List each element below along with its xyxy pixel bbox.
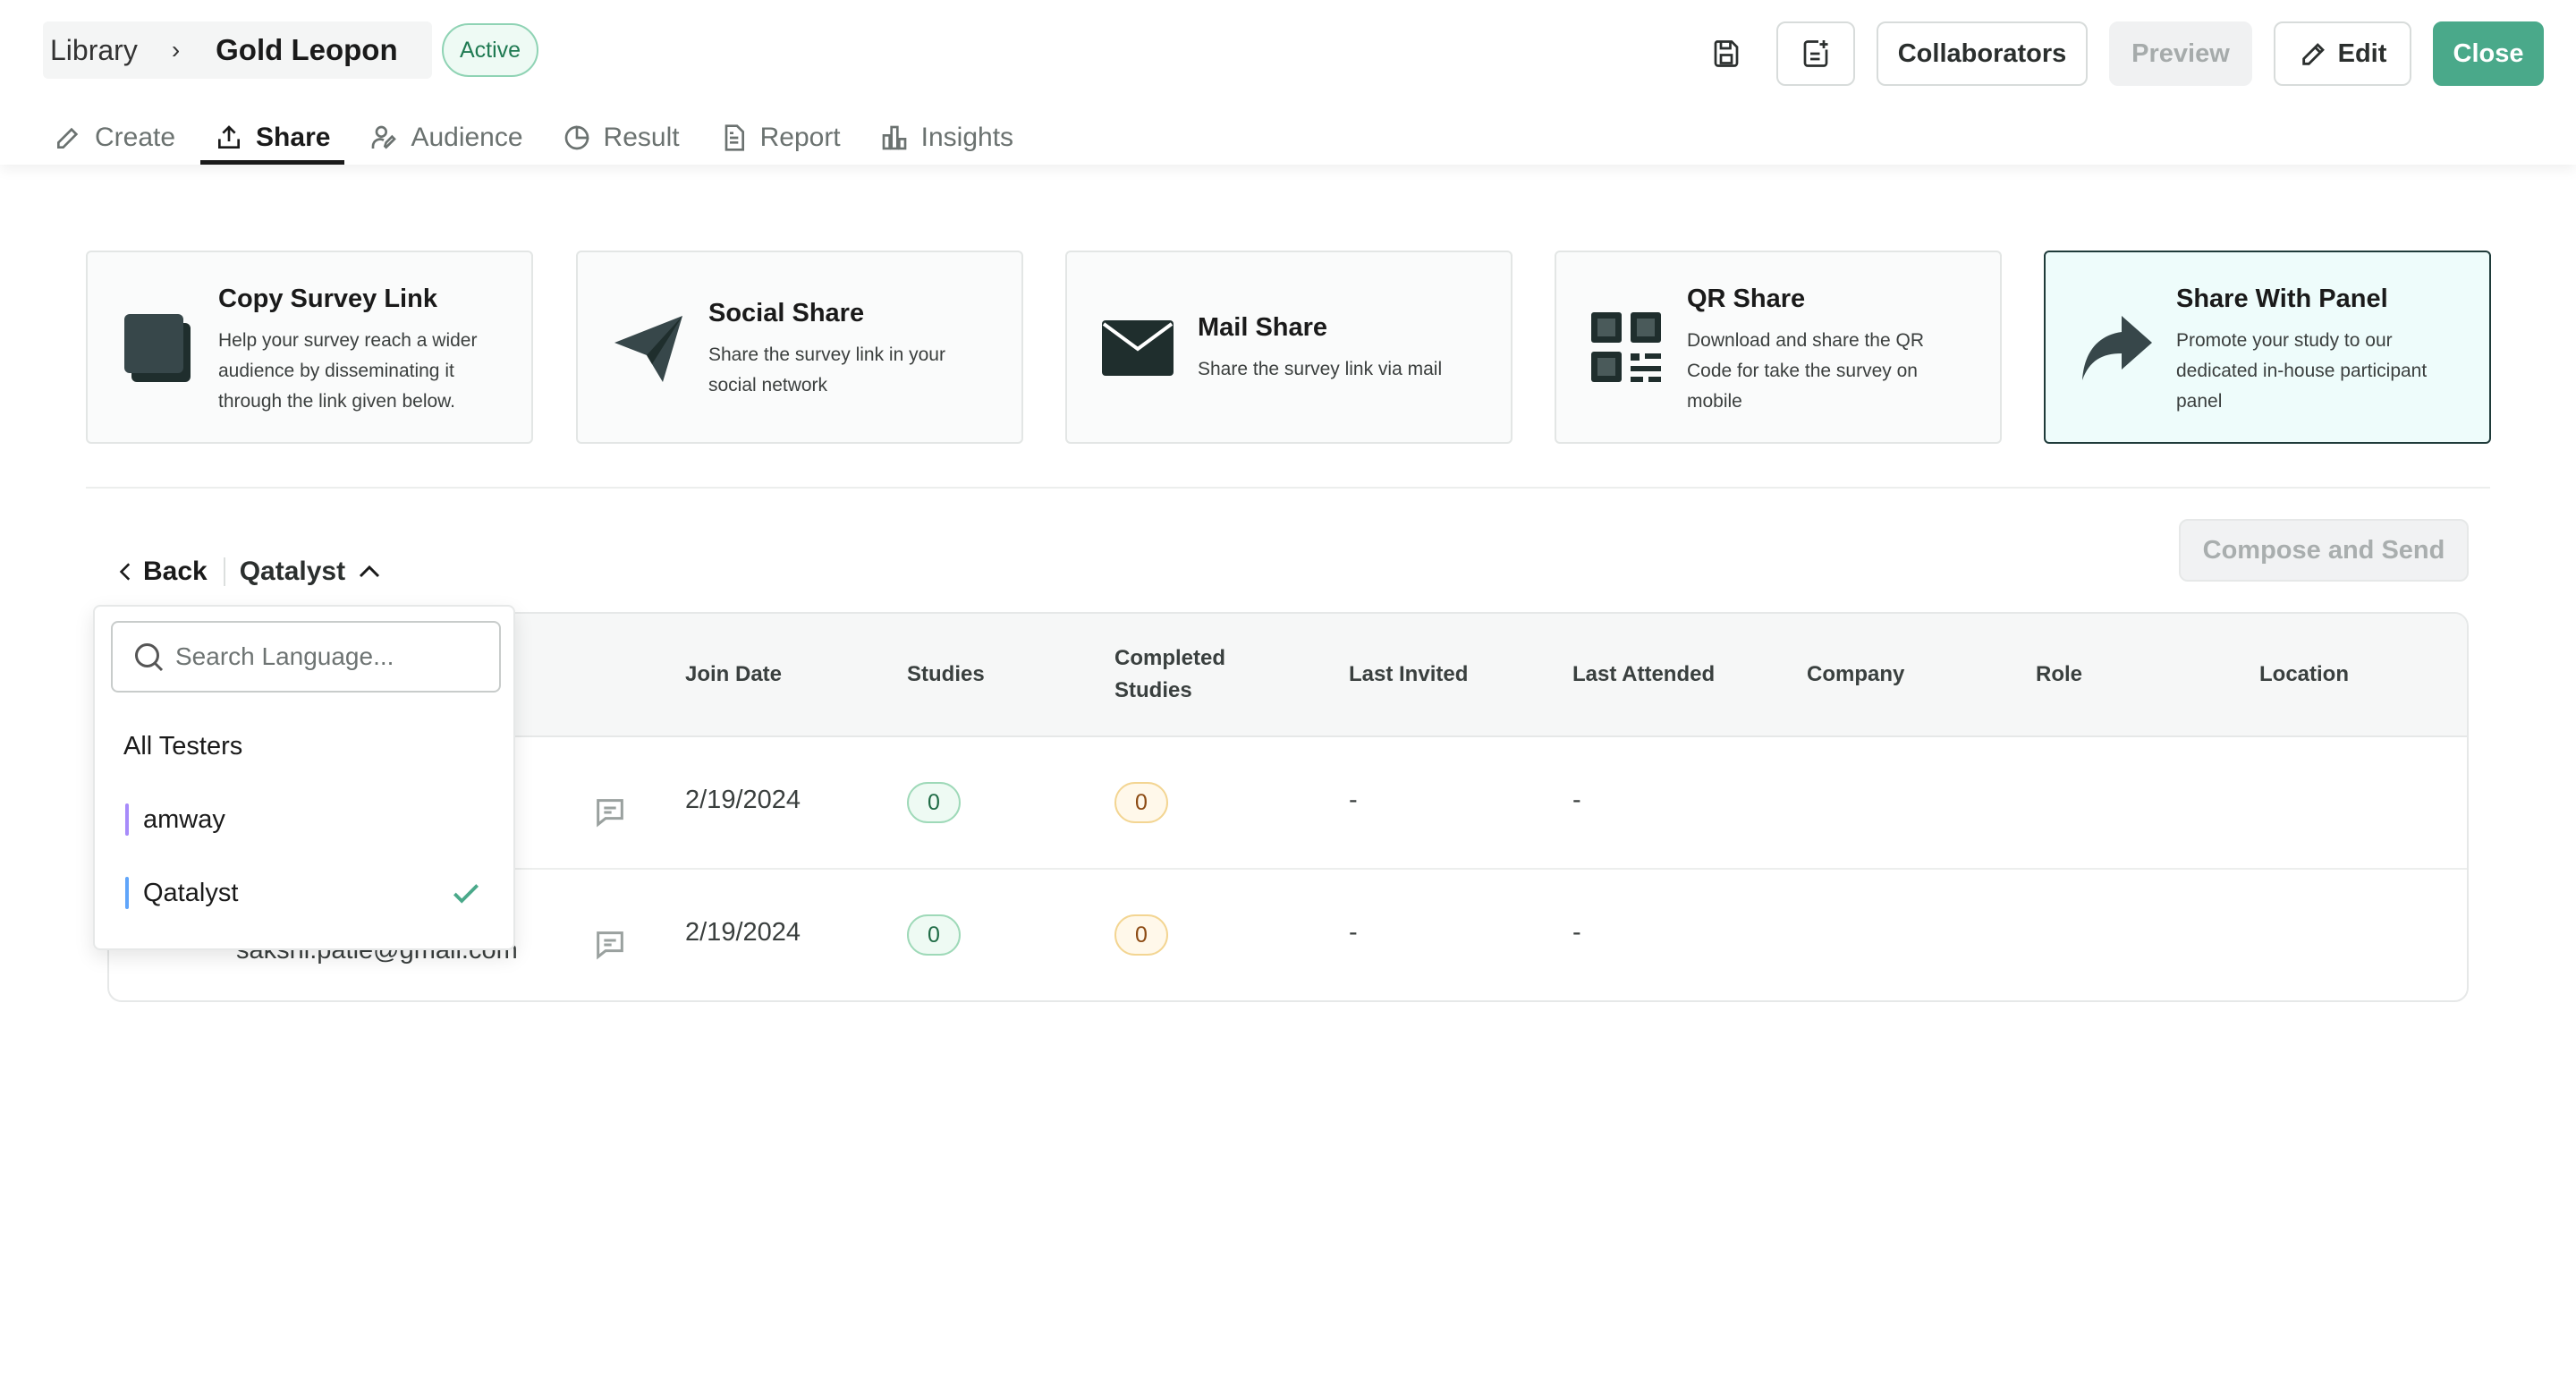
studies-count: 0 — [907, 914, 961, 956]
search-box[interactable] — [111, 621, 501, 693]
group-dropdown: All Testers amway Qatalyst — [93, 605, 515, 950]
card-description: Share the survey link in your social net… — [708, 344, 945, 395]
social-share-card[interactable]: Social Share Share the survey link in yo… — [576, 251, 1023, 444]
qr-share-card[interactable]: QR Share Download and share the QR Code … — [1555, 251, 2002, 444]
tab-audience[interactable]: Audience — [355, 111, 537, 165]
dropdown-item-amway[interactable]: amway — [125, 803, 225, 836]
paper-plane-icon — [608, 308, 689, 388]
tab-result[interactable]: Result — [548, 111, 694, 165]
dropdown-item-all-testers[interactable]: All Testers — [123, 732, 242, 761]
tab-label: Report — [759, 123, 841, 152]
qr-code-icon — [1587, 308, 1667, 388]
group-color-bar — [125, 877, 129, 909]
search-icon — [135, 643, 164, 672]
forward-arrow-icon — [2076, 308, 2157, 388]
edit-button[interactable]: Edit — [2274, 21, 2411, 86]
edit-button-label: Edit — [2337, 38, 2387, 68]
dropdown-item-label: Qatalyst — [143, 878, 239, 907]
studies-count: 0 — [907, 782, 961, 823]
breadcrumb: Library › Gold Leopon — [43, 21, 432, 79]
group-color-bar — [125, 803, 129, 836]
chevron-left-icon[interactable] — [114, 558, 138, 585]
tab-insights[interactable]: Insights — [866, 111, 1028, 165]
card-title: Share With Panel — [2176, 285, 2388, 313]
pencil-icon — [57, 127, 79, 149]
column-role[interactable]: Role — [2036, 659, 2082, 691]
column-last-attended[interactable]: Last Attended — [1572, 659, 1715, 691]
column-completed-line1: Completed — [1114, 646, 1226, 670]
collaborators-button[interactable]: Collaborators — [1877, 21, 2088, 86]
breadcrumb-library-link[interactable]: Library — [50, 34, 138, 67]
breadcrumb-separator: › — [171, 36, 181, 64]
tab-bar: Create Share Audience Result Report Insi… — [39, 111, 1038, 165]
message-icon[interactable] — [592, 927, 628, 963]
share-upload-icon — [218, 125, 241, 149]
pencil-icon — [2301, 43, 2325, 65]
tab-label: Result — [603, 123, 680, 152]
column-location[interactable]: Location — [2259, 659, 2349, 691]
card-description: Promote your study to our dedicated in-h… — [2176, 330, 2428, 412]
close-button[interactable]: Close — [2433, 21, 2544, 86]
status-badge: Active — [442, 23, 539, 77]
last-invited: - — [1349, 918, 1358, 947]
column-last-invited[interactable]: Last Invited — [1349, 659, 1468, 691]
section-divider — [86, 487, 2490, 489]
tab-label: Create — [95, 123, 176, 152]
save-icon[interactable] — [1703, 30, 1750, 77]
tab-label: Share — [256, 123, 331, 152]
message-icon[interactable] — [592, 795, 628, 830]
copy-icon — [118, 308, 199, 388]
column-completed-line2: Studies — [1114, 678, 1192, 702]
card-description: Download and share the QR Code for take … — [1687, 330, 1924, 412]
tab-share[interactable]: Share — [200, 111, 345, 165]
last-attended: - — [1572, 786, 1581, 814]
last-invited: - — [1349, 786, 1358, 814]
card-title: QR Share — [1687, 285, 1806, 313]
envelope-icon — [1097, 308, 1178, 388]
report-icon — [724, 124, 744, 151]
column-join-date[interactable]: Join Date — [685, 659, 782, 691]
dropdown-item-label: amway — [143, 804, 225, 834]
card-title: Mail Share — [1198, 313, 1328, 342]
top-header: Library › Gold Leopon Active Collaborato… — [0, 0, 2576, 165]
copy-survey-link-card[interactable]: Copy Survey Link Help your survey reach … — [86, 251, 533, 444]
chevron-up-icon[interactable] — [356, 558, 383, 585]
tab-report[interactable]: Report — [705, 111, 855, 165]
note-add-icon — [1803, 40, 1828, 67]
last-attended: - — [1572, 918, 1581, 947]
dropdown-item-qatalyst[interactable]: Qatalyst — [125, 877, 492, 909]
column-studies[interactable]: Studies — [907, 659, 985, 691]
tab-create[interactable]: Create — [39, 111, 190, 165]
search-language-input[interactable] — [175, 642, 479, 671]
panel-nav: Back Qatalyst — [114, 553, 383, 591]
card-description: Help your survey reach a wider audience … — [218, 330, 478, 412]
bar-chart-icon — [882, 125, 906, 150]
card-title: Social Share — [708, 299, 865, 327]
pie-chart-icon — [564, 125, 589, 150]
audience-icon — [372, 125, 397, 149]
breadcrumb-current: Gold Leopon — [216, 33, 398, 66]
mail-share-card[interactable]: Mail Share Share the survey link via mai… — [1065, 251, 1513, 444]
check-icon — [453, 884, 479, 904]
back-button[interactable]: Back — [143, 557, 208, 587]
card-description: Share the survey link via mail — [1198, 359, 1443, 379]
share-with-panel-card[interactable]: Share With Panel Promote your study to o… — [2044, 251, 2491, 444]
add-note-button[interactable] — [1776, 21, 1855, 86]
preview-button[interactable]: Preview — [2109, 21, 2252, 86]
completed-count: 0 — [1114, 782, 1168, 823]
join-date: 2/19/2024 — [685, 786, 801, 814]
compose-and-send-button[interactable]: Compose and Send — [2179, 519, 2469, 582]
join-date: 2/19/2024 — [685, 918, 801, 947]
group-selector[interactable]: Qatalyst — [240, 557, 345, 587]
tab-label: Audience — [411, 123, 523, 152]
dropdown-item-label: All Testers — [123, 732, 243, 761]
nav-separator — [223, 557, 225, 586]
completed-count: 0 — [1114, 914, 1168, 956]
card-title: Copy Survey Link — [218, 285, 437, 313]
column-completed-studies[interactable]: Completed Studies — [1114, 642, 1225, 707]
column-company[interactable]: Company — [1807, 659, 1904, 691]
tab-label: Insights — [920, 123, 1014, 152]
